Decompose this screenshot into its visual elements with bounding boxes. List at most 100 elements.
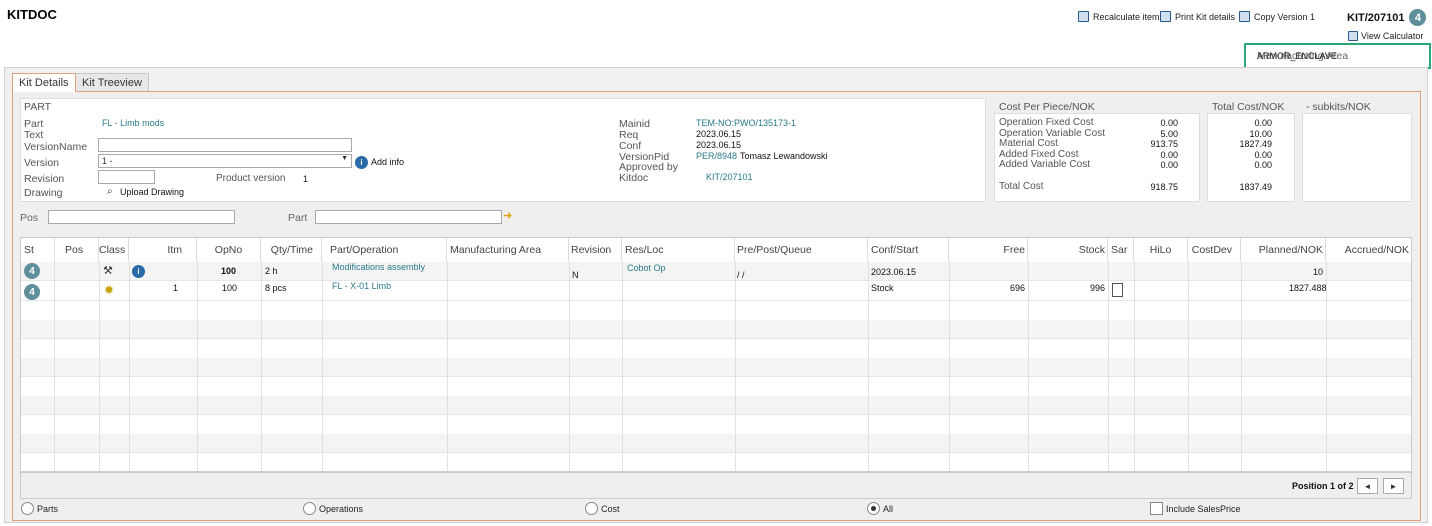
col-divider bbox=[129, 262, 130, 471]
col-divider bbox=[1134, 262, 1135, 471]
versionpid-link[interactable]: PER/8948 bbox=[696, 151, 737, 161]
table-row bbox=[21, 358, 1411, 377]
tab-kit-treeview[interactable]: Kit Treeview bbox=[75, 73, 149, 92]
checkbox-box bbox=[1150, 502, 1163, 515]
next-page-button[interactable]: ► bbox=[1383, 478, 1404, 494]
tab-kit-details[interactable]: Kit Details bbox=[12, 73, 76, 92]
col-header-st[interactable]: St bbox=[24, 238, 55, 262]
radio-parts[interactable]: Parts bbox=[21, 502, 58, 515]
revision-input[interactable] bbox=[98, 170, 155, 184]
cell-planned: 1827.488 bbox=[1289, 283, 1327, 293]
part-filter-input[interactable] bbox=[315, 210, 502, 224]
triangle-left-icon: ◄ bbox=[1363, 481, 1372, 491]
app-title: KITDOC bbox=[7, 7, 57, 22]
include-salesprice-checkbox[interactable]: Include SalesPrice bbox=[1150, 502, 1241, 515]
col-header-mfg-area[interactable]: Manufacturing Area bbox=[447, 238, 569, 262]
cell-stock: 996 bbox=[1090, 283, 1106, 293]
col-header-free[interactable]: Free bbox=[949, 238, 1028, 262]
col-divider bbox=[1326, 262, 1327, 471]
grid-footer bbox=[20, 472, 1412, 499]
cell-itm: 1 bbox=[173, 283, 179, 293]
versionname-input[interactable] bbox=[98, 138, 352, 152]
info-icon[interactable]: i bbox=[132, 265, 145, 278]
cell-opno: 100 bbox=[221, 266, 237, 276]
revision-label: Revision bbox=[24, 173, 65, 185]
gear-icon: ✹ bbox=[104, 283, 115, 297]
col-header-qty[interactable]: Qty/Time bbox=[261, 238, 322, 262]
subkits-panel bbox=[1302, 113, 1412, 202]
col-divider bbox=[1028, 262, 1029, 471]
upload-drawing-button[interactable]: Upload Drawing bbox=[120, 187, 184, 197]
col-header-accrued[interactable]: Accrued/NOK bbox=[1326, 238, 1411, 262]
subkits-header: - subkits/NOK bbox=[1306, 101, 1371, 113]
col-header-planned[interactable]: Planned/NOK bbox=[1241, 238, 1326, 262]
cost-per-piece-header: Cost Per Piece/NOK bbox=[999, 101, 1095, 113]
radio-all[interactable]: All bbox=[867, 502, 893, 515]
radio-operations-label: Operations bbox=[319, 503, 364, 514]
kit-id: KIT/207101 4 bbox=[1347, 9, 1427, 26]
document-icon[interactable] bbox=[1112, 283, 1123, 297]
view-calculator-button[interactable]: View Calculator bbox=[1348, 31, 1423, 41]
col-header-revision[interactable]: Revision bbox=[569, 238, 622, 262]
col-header-costdev[interactable]: CostDev bbox=[1188, 238, 1241, 262]
cell-revision: N bbox=[572, 270, 579, 280]
radio-operations[interactable]: Operations bbox=[303, 502, 363, 515]
table-row[interactable]: 4 ✹ 1 100 8 pcs FL - X-01 Limb Stock 696… bbox=[21, 281, 1411, 301]
versionname-label: VersionName bbox=[24, 141, 88, 153]
cell-resloc-link[interactable]: Cobot Op bbox=[627, 263, 666, 273]
table-row bbox=[21, 434, 1411, 453]
copy-version-button[interactable]: Copy Version 1 bbox=[1239, 11, 1315, 22]
col-divider bbox=[622, 262, 623, 471]
add-info-link[interactable]: Add info bbox=[371, 157, 404, 167]
pos-filter-input[interactable] bbox=[48, 210, 235, 224]
cost-row-value: 5.00 bbox=[1160, 128, 1178, 139]
col-header-stock[interactable]: Stock bbox=[1028, 238, 1108, 262]
operations-grid: St Pos Class Itm OpNo Qty/Time Part/Oper… bbox=[20, 237, 1412, 472]
version-select-value: 1 - bbox=[102, 156, 113, 166]
col-divider bbox=[447, 262, 448, 471]
col-header-resloc[interactable]: Res/Loc bbox=[622, 238, 735, 262]
cost-row-value: 0.00 bbox=[1160, 149, 1178, 160]
radio-cost[interactable]: Cost bbox=[585, 502, 620, 515]
kit-status-badge: 4 bbox=[1409, 9, 1427, 26]
arrow-right-icon[interactable]: ➜ bbox=[503, 209, 512, 222]
col-header-conf[interactable]: Conf/Start bbox=[868, 238, 949, 262]
col-divider bbox=[1188, 262, 1189, 471]
recalculate-button[interactable]: Recalculate item bbox=[1078, 11, 1160, 22]
col-header-hilo[interactable]: HiLo bbox=[1134, 238, 1188, 262]
calculator-icon bbox=[1078, 11, 1089, 22]
col-header-class[interactable]: Class bbox=[99, 238, 129, 262]
product-version-label: Product version bbox=[216, 173, 286, 184]
radio-dot bbox=[871, 506, 876, 511]
cell-qty: 8 pcs bbox=[265, 283, 287, 293]
cell-conf: Stock bbox=[871, 283, 894, 293]
col-header-pos[interactable]: Pos bbox=[54, 238, 99, 262]
radio-circle-selected bbox=[867, 502, 880, 515]
version-select[interactable]: 1 - ▼ bbox=[98, 154, 352, 168]
part-link[interactable]: FL - Limb mods bbox=[102, 118, 164, 128]
status-badge: 4 bbox=[24, 263, 40, 279]
info-icon[interactable]: i bbox=[355, 156, 368, 169]
table-row[interactable]: 4 ⚒ i 100 2 h Modifications assembly N C… bbox=[21, 262, 1411, 281]
col-header-opno[interactable]: OpNo bbox=[197, 238, 261, 262]
include-salesprice-label: Include SalesPrice bbox=[1166, 503, 1241, 514]
col-header-itm[interactable]: Itm bbox=[129, 238, 197, 262]
cell-part-link[interactable]: FL - X-01 Limb bbox=[332, 281, 391, 291]
col-header-part[interactable]: Part/Operation bbox=[322, 238, 447, 262]
col-divider bbox=[735, 262, 736, 471]
col-divider bbox=[569, 262, 570, 471]
col-header-ppq[interactable]: Pre/Post/Queue bbox=[735, 238, 868, 262]
cost-row-value: 0.00 bbox=[1160, 160, 1178, 170]
print-kit-button[interactable]: Print Kit details bbox=[1160, 11, 1235, 22]
manufacturing-area-box: Manufacturing Area ARMOR_ENCLAVE bbox=[1244, 43, 1431, 69]
total-cost-values: 0.00 10.00 1827.49 0.00 0.00 bbox=[1220, 118, 1272, 171]
prev-page-button[interactable]: ◄ bbox=[1357, 478, 1378, 494]
versionpid-name: Tomasz Lewandowski bbox=[740, 151, 828, 161]
text-label: Text bbox=[24, 129, 44, 141]
mainid-link[interactable]: TEM-NO:PWO/135173-1 bbox=[696, 118, 796, 128]
recalculate-label: Recalculate item bbox=[1093, 11, 1160, 22]
paperclip-icon: ⌕ bbox=[107, 186, 113, 197]
col-header-sar[interactable]: Sar bbox=[1108, 238, 1134, 262]
cell-part-link[interactable]: Modifications assembly bbox=[332, 262, 425, 272]
kitdoc-link[interactable]: KIT/207101 bbox=[706, 172, 753, 182]
